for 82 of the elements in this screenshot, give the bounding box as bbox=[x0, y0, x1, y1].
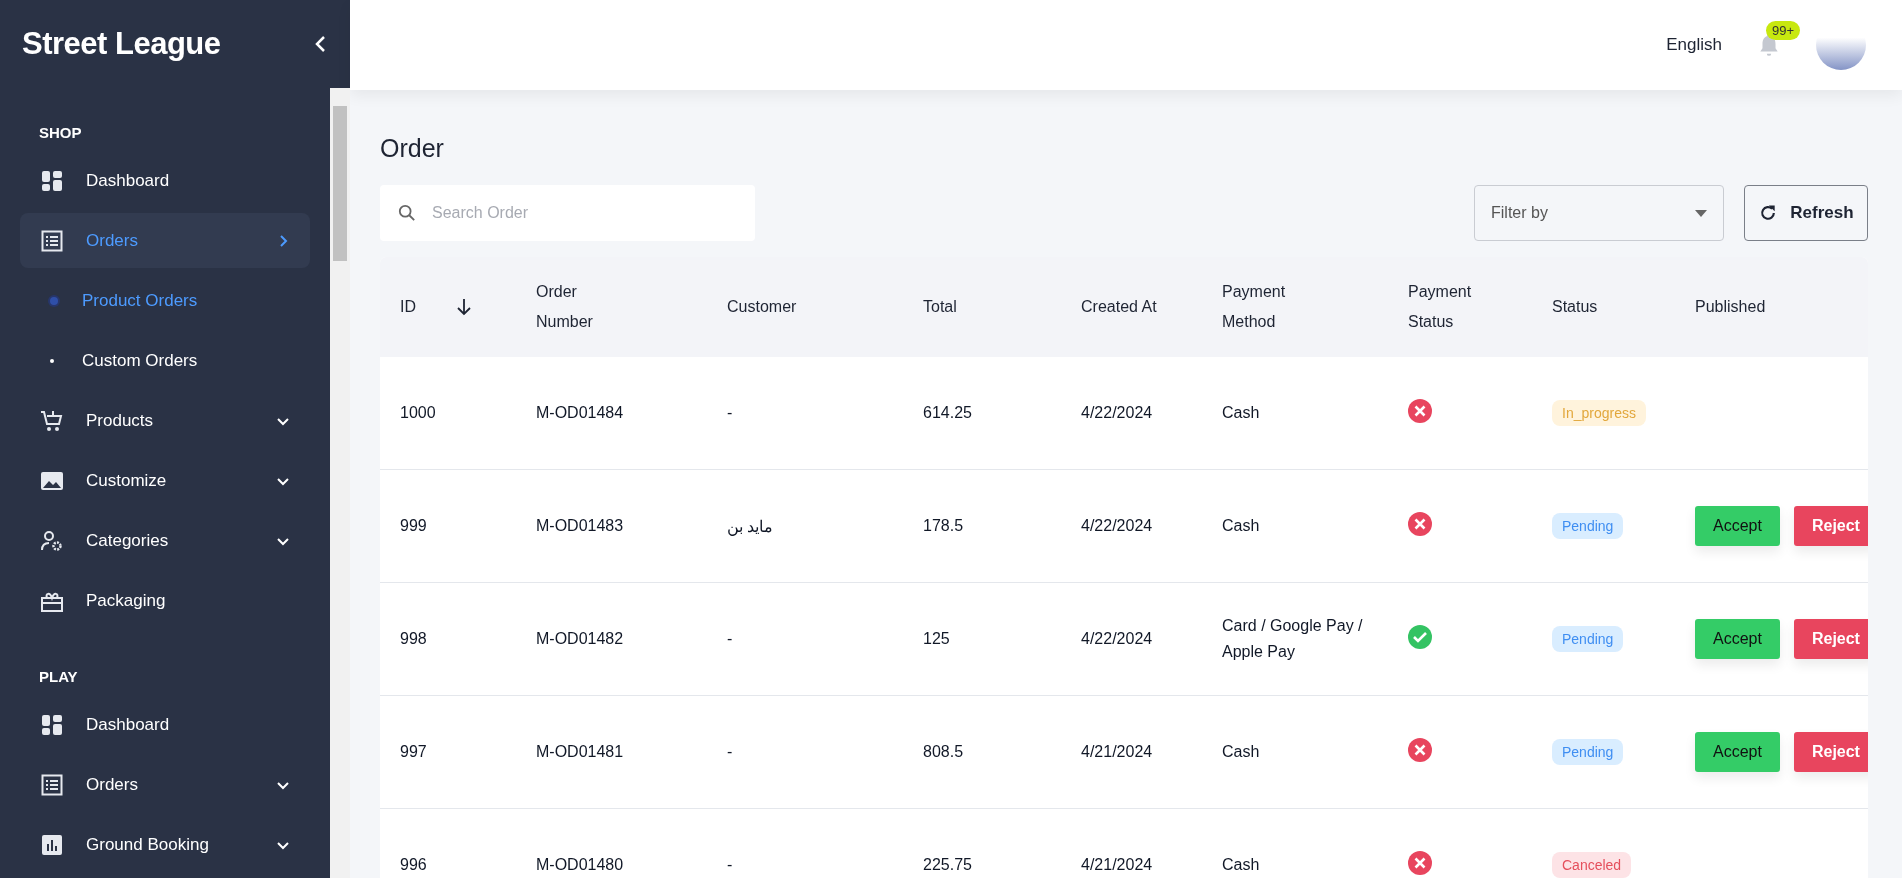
cart-icon bbox=[40, 408, 64, 433]
column-header: Published bbox=[1695, 297, 1767, 317]
status-badge: In_progress bbox=[1552, 400, 1646, 426]
table-cell-text: 178.5 bbox=[923, 517, 965, 535]
column-header: Total bbox=[923, 297, 958, 317]
table-cell-text: 998 bbox=[400, 630, 428, 648]
reject-button[interactable]: Reject bbox=[1793, 619, 1868, 659]
section-heading: PLAY bbox=[39, 668, 79, 685]
table-cell-text: - bbox=[727, 856, 734, 874]
table-cell-text: 125 bbox=[923, 630, 951, 648]
page-title: Order bbox=[380, 134, 445, 163]
accept-button[interactable]: Accept bbox=[1695, 732, 1780, 772]
column-header: Customer bbox=[727, 297, 798, 317]
sidebar-item[interactable]: Customize bbox=[20, 453, 310, 508]
table-cell-text: 4/21/2024 bbox=[1081, 856, 1154, 874]
chevron-left-icon[interactable] bbox=[314, 35, 328, 53]
sidebar-item[interactable]: Dashboard bbox=[20, 697, 310, 752]
table-cell-text: Cash bbox=[1222, 403, 1261, 423]
table-cell-text: 999 bbox=[400, 517, 428, 535]
sidebar-item[interactable]: Packaging bbox=[20, 573, 310, 628]
table-cell-text: 4/22/2024 bbox=[1081, 404, 1154, 422]
table-cell-text: 4/22/2024 bbox=[1081, 517, 1154, 535]
column-header: Payment Status bbox=[1408, 282, 1473, 332]
accept-button[interactable]: Accept bbox=[1695, 506, 1780, 546]
section-heading: SHOP bbox=[39, 124, 83, 141]
scrollbar[interactable] bbox=[330, 88, 350, 878]
accept-button[interactable]: Accept bbox=[1695, 619, 1780, 659]
sidebar-item[interactable]: Ground Booking bbox=[20, 817, 310, 872]
column-header[interactable]: ID bbox=[400, 292, 416, 322]
table-cell-text: - bbox=[727, 630, 734, 648]
table-cell-text: 4/21/2024 bbox=[1081, 743, 1154, 761]
status-badge: Canceled bbox=[1552, 852, 1632, 878]
table-cell-text: 1000 bbox=[400, 404, 437, 422]
status-badge: Pending bbox=[1552, 513, 1624, 539]
column-header: Created At bbox=[1081, 297, 1158, 317]
table-cell-text: Cash bbox=[1222, 516, 1261, 536]
table-cell-text: 997 bbox=[400, 743, 428, 761]
column-header: Order Number bbox=[536, 282, 594, 332]
sidebar-item[interactable]: Categories bbox=[20, 513, 310, 568]
grid-icon bbox=[40, 712, 64, 737]
table-cell-text: - bbox=[727, 743, 734, 761]
table-cell-text: M-OD01484 bbox=[536, 404, 625, 422]
table-cell-text: M-OD01483 bbox=[536, 517, 625, 535]
list-icon bbox=[40, 228, 64, 253]
search-field[interactable]: Search Order bbox=[380, 185, 755, 241]
table-cell-text: M-OD01480 bbox=[536, 856, 625, 874]
sidebar-item[interactable]: Orders bbox=[20, 213, 310, 268]
column-header: Payment Method bbox=[1222, 282, 1287, 332]
table-cell-text: 614.25 bbox=[923, 404, 973, 422]
table-cell-text: - bbox=[727, 404, 734, 422]
grid-icon bbox=[40, 168, 64, 193]
table-cell-text: 996 bbox=[400, 856, 428, 874]
language-selector[interactable]: English bbox=[1666, 35, 1722, 55]
notification-badge: 99+ bbox=[1766, 21, 1801, 40]
table-cell-text: Cash bbox=[1222, 742, 1261, 762]
refresh-button[interactable]: Refresh bbox=[1744, 185, 1868, 241]
submenu-item[interactable]: Product Orders bbox=[20, 273, 310, 328]
reject-button[interactable]: Reject bbox=[1793, 506, 1868, 546]
user-gear-icon bbox=[40, 528, 64, 553]
list-icon bbox=[40, 772, 64, 797]
sidebar-item[interactable]: Products bbox=[20, 393, 310, 448]
sidebar-item[interactable]: Orders bbox=[20, 757, 310, 812]
caret-icon bbox=[1695, 209, 1707, 217]
table-cell-text: 4/22/2024 bbox=[1081, 630, 1154, 648]
column-header: Status bbox=[1552, 297, 1599, 317]
submenu-item[interactable]: Custom Orders bbox=[20, 333, 310, 388]
status-badge: Pending bbox=[1552, 739, 1624, 765]
table-cell-text: 808.5 bbox=[923, 743, 965, 761]
status-badge: Pending bbox=[1552, 626, 1624, 652]
filter-dropdown[interactable]: Filter by bbox=[1474, 185, 1724, 241]
sort-arrow-icon[interactable] bbox=[456, 298, 472, 316]
bar-chart-icon bbox=[40, 832, 64, 857]
app-logo: Street League bbox=[22, 26, 221, 62]
search-icon bbox=[398, 204, 416, 222]
table-cell-text: Card / Google Pay / Apple Pay bbox=[1222, 616, 1364, 662]
table-cell-text: M-OD01481 bbox=[536, 743, 625, 761]
sidebar-item[interactable]: Dashboard bbox=[20, 153, 310, 208]
table-cell-text: M-OD01482 bbox=[536, 630, 625, 648]
reject-button[interactable]: Reject bbox=[1793, 732, 1868, 772]
table-cell-text: مايد بن bbox=[727, 516, 775, 536]
table-cell-text: 225.75 bbox=[923, 856, 973, 874]
table-cell-text: Cash bbox=[1222, 855, 1261, 875]
